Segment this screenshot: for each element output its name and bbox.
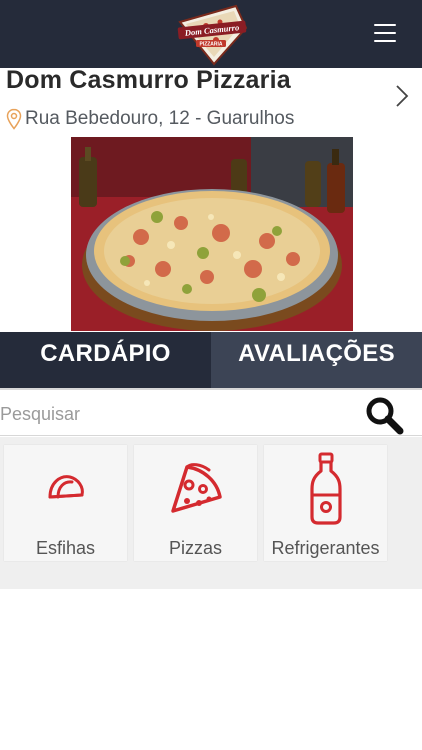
tab-avaliacoes[interactable]: AVALIAÇÕES <box>211 332 422 388</box>
search-input[interactable] <box>0 400 350 428</box>
svg-text:PIZZARIA: PIZZARIA <box>199 42 222 48</box>
category-grid: Esfihas Pizzas Refrigerantes <box>0 437 422 589</box>
category-card-refrigerantes[interactable]: Refrigerantes <box>264 445 387 561</box>
category-card-pizzas[interactable]: Pizzas <box>134 445 257 561</box>
app-screen: Dom Casmurro PIZZARIA Dom Casmurro Pizza… <box>0 0 422 750</box>
pizza-slice-icon <box>170 463 222 513</box>
search-bar <box>0 392 422 436</box>
search-icon[interactable] <box>364 395 404 435</box>
shop-name: Dom Casmurro Pizzaria <box>6 66 291 94</box>
bottle-icon <box>309 452 342 525</box>
shop-address: Rua Bebedouro, 12 - Guarulhos <box>6 108 294 130</box>
menu-line <box>374 32 396 34</box>
tab-cardapio[interactable]: CARDÁPIO <box>0 332 211 388</box>
category-label: Pizzas <box>168 538 222 558</box>
category-label: Refrigerantes <box>271 538 380 558</box>
pizza-photo <box>71 137 353 331</box>
menu-line <box>374 40 396 42</box>
chevron-right-icon[interactable] <box>394 84 410 108</box>
brand-logo: Dom Casmurro PIZZARIA <box>177 4 248 66</box>
pizza-photo-image <box>71 137 353 331</box>
top-bar: Dom Casmurro PIZZARIA <box>0 0 422 68</box>
location-pin-icon <box>6 108 22 130</box>
hamburger-menu-button[interactable] <box>374 24 396 42</box>
taco-icon <box>48 475 84 499</box>
tab-bar: CARDÁPIO AVALIAÇÕES <box>0 332 422 390</box>
address-text: Rua Bebedouro, 12 - Guarulhos <box>25 108 295 129</box>
menu-line <box>374 24 396 26</box>
category-label: Esfihas <box>35 538 96 558</box>
category-card-esfihas[interactable]: Esfihas <box>4 445 127 561</box>
